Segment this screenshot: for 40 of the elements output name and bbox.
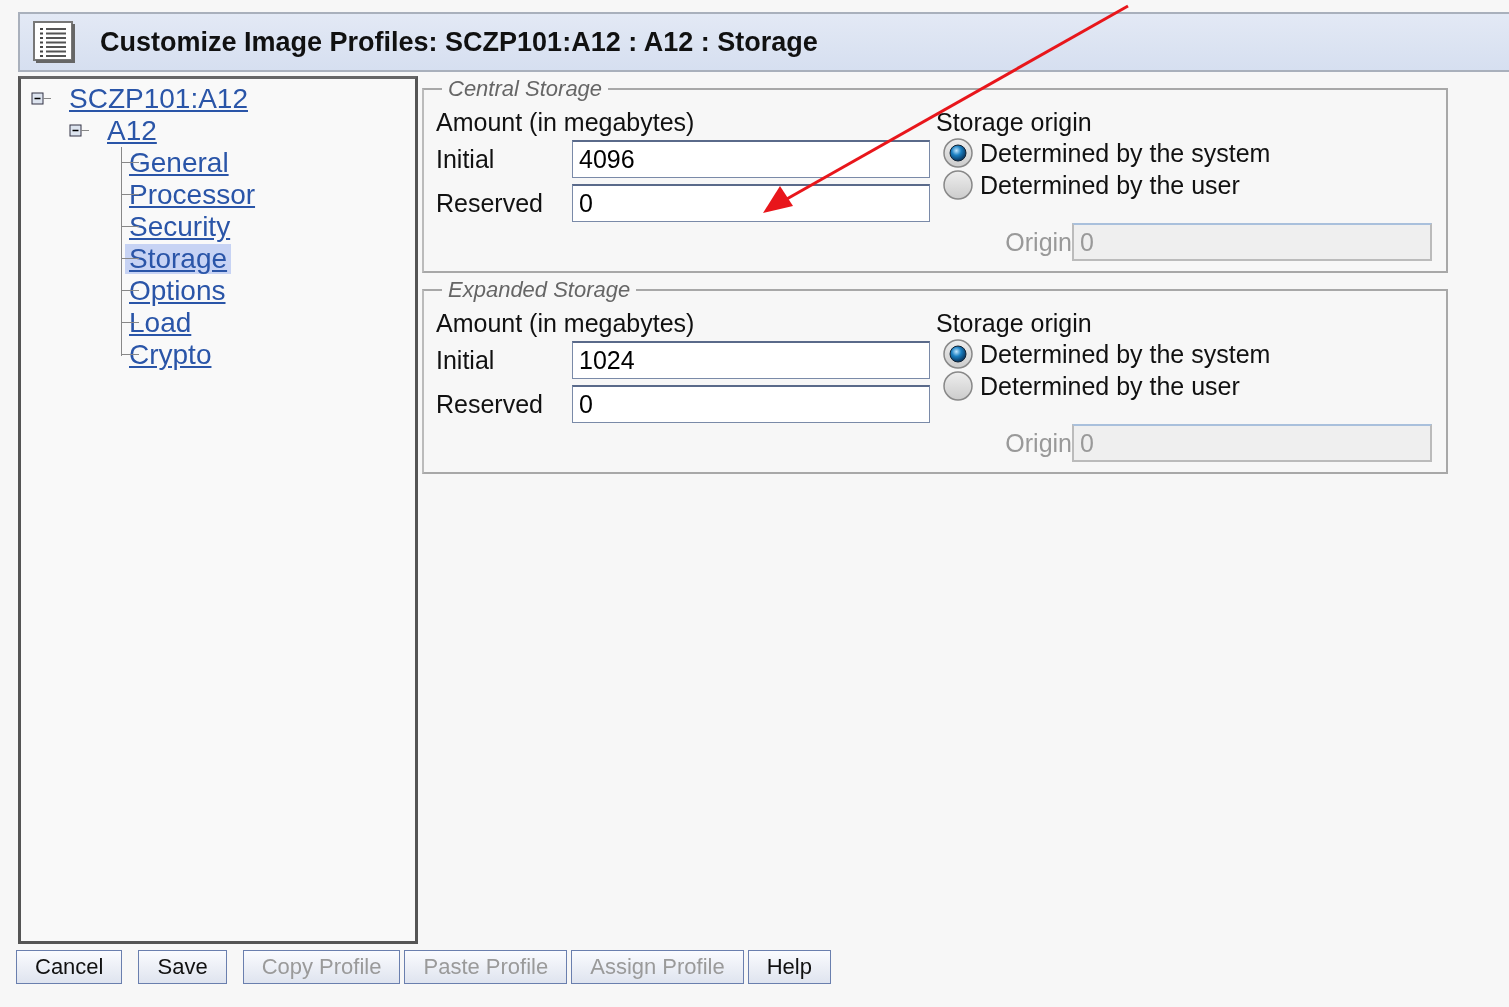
- group-title: Expanded Storage: [447, 277, 632, 303]
- field-label: Storage origin: [936, 108, 1093, 137]
- action-button[interactable]: Help: [747, 950, 831, 984]
- tree-item[interactable]: Processor: [125, 180, 260, 210]
- action-button[interactable]: Save: [138, 950, 227, 984]
- tree-item[interactable]: Security: [125, 212, 235, 242]
- window-title: Customize Image Profiles: SCZP101:A12 : A12 : Storage: [100, 26, 818, 58]
- collapse-icon[interactable]: [69, 124, 89, 138]
- field-label: Origin: [1005, 227, 1072, 257]
- radio-label: Determined by the user: [980, 170, 1240, 200]
- radio-button[interactable]: [942, 370, 974, 402]
- field-label: Reserved: [436, 389, 544, 419]
- collapse-icon[interactable]: [31, 92, 51, 106]
- radio-button[interactable]: [942, 338, 974, 370]
- list-icon: [32, 20, 76, 64]
- field-label: Amount (in megabytes): [436, 309, 696, 338]
- radio-label: Determined by the system: [980, 339, 1271, 369]
- tree-item[interactable]: Crypto: [125, 340, 216, 370]
- field-label: Origin: [1005, 428, 1072, 458]
- tree-item[interactable]: Storage: [125, 244, 232, 274]
- action-button[interactable]: Cancel: [16, 950, 123, 984]
- radio-button[interactable]: [942, 169, 974, 201]
- field-label: Amount (in megabytes): [436, 108, 696, 137]
- input-field[interactable]: 4096: [572, 140, 930, 178]
- tree-item[interactable]: SCZP101:A12: [65, 84, 252, 114]
- radio-label: Determined by the user: [980, 371, 1240, 401]
- field-label: Initial: [436, 144, 496, 174]
- input-field[interactable]: 1024: [572, 341, 930, 379]
- tree-item[interactable]: General: [125, 148, 233, 178]
- input-field[interactable]: 0: [572, 184, 930, 222]
- group-title: Central Storage: [447, 76, 604, 102]
- radio-label: Determined by the system: [980, 138, 1271, 168]
- tree-item[interactable]: Options: [125, 276, 230, 306]
- radio-button[interactable]: [942, 137, 974, 169]
- tree-item[interactable]: A12: [103, 116, 161, 146]
- field-label: Reserved: [436, 188, 544, 218]
- field-label: Storage origin: [936, 309, 1093, 338]
- field-label: Initial: [436, 345, 496, 375]
- tree-item[interactable]: Load: [125, 308, 196, 338]
- input-field[interactable]: 0: [572, 385, 930, 423]
